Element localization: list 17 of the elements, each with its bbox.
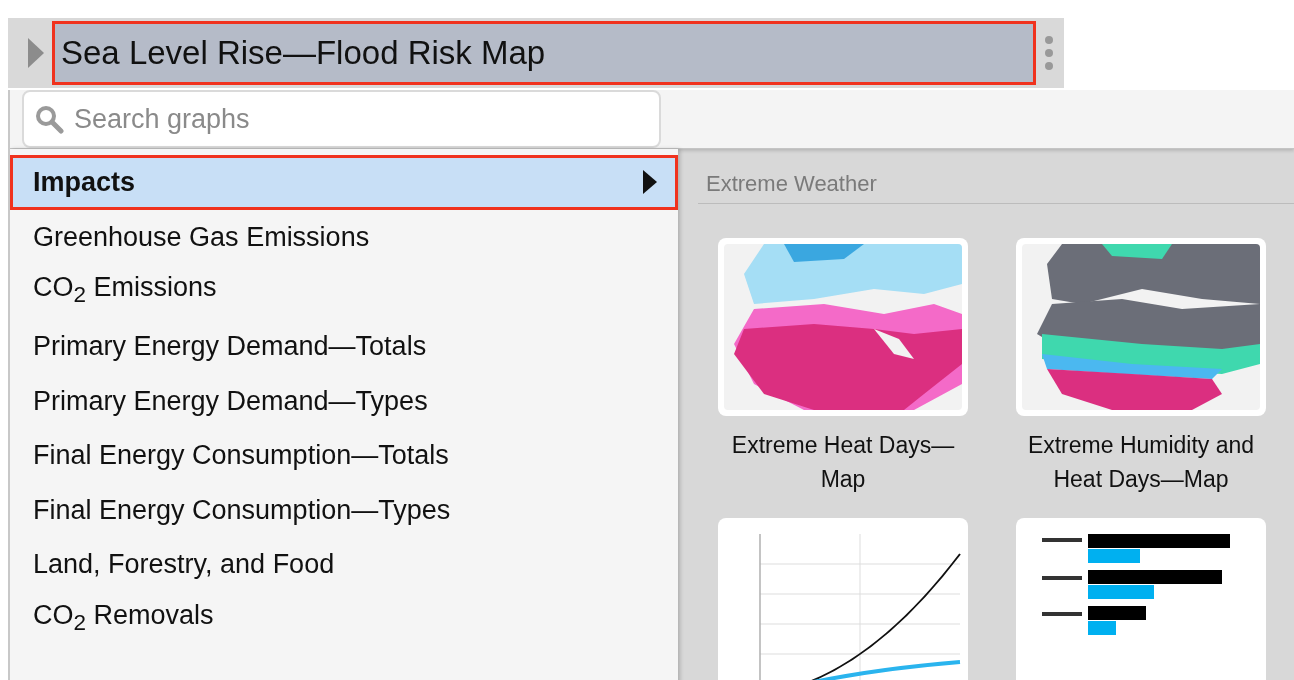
submenu-arrow-icon (643, 170, 657, 195)
category-item[interactable]: Primary Energy Demand—Totals (10, 318, 678, 374)
search-field[interactable]: Search graphs (22, 90, 661, 148)
graph-caption: Extreme Heat Days—Map (730, 431, 956, 494)
category-item[interactable]: CO$_{2}$ Removals (10, 591, 678, 647)
expand-triangle-icon[interactable] (28, 38, 44, 68)
category-item[interactable]: Final Energy Consumption—Types (10, 482, 678, 538)
category-item[interactable]: Land, Forestry, and Food (10, 537, 678, 592)
graph-title[interactable]: Sea Level Rise—Flood Risk Map (52, 21, 1036, 85)
search-icon (34, 104, 64, 134)
graph-caption: Extreme Humidity and Heat Days—Map (1026, 431, 1256, 494)
category-item[interactable]: Impacts (10, 155, 678, 210)
category-item[interactable]: Greenhouse Gas Emissions (10, 209, 678, 265)
section-title: Extreme Weather (698, 163, 1294, 204)
category-item[interactable]: Final Energy Consumption—Totals (10, 427, 678, 483)
category-item[interactable]: CO$_{2}$ Emissions (10, 264, 678, 319)
category-item[interactable]: Primary Energy Demand—Types (10, 373, 678, 428)
